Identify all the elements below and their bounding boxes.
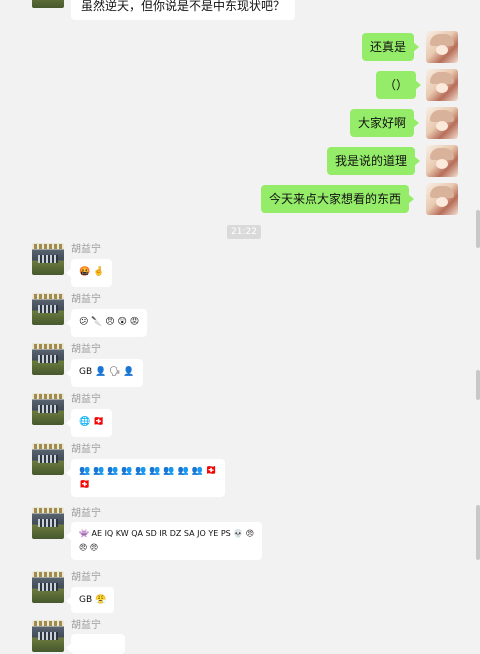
pixel-art-avatar-icon[interactable] (32, 343, 64, 375)
anime-girl-avatar-icon[interactable] (426, 31, 458, 63)
scrollbar-thumb[interactable] (476, 505, 480, 560)
sender-name: 胡益宁 (71, 294, 101, 305)
pixel-art-avatar-icon[interactable] (32, 507, 64, 539)
message-bubble-incoming: 👥 👥 👥 👥 👥 👥 👥 👥 👥 🇨🇭 🇨🇭 (66, 459, 225, 497)
scrollbar-thumb[interactable] (476, 210, 480, 248)
pixel-art-avatar-icon[interactable] (32, 620, 64, 652)
message-bubble-incoming: 😕 🔪 😠 😲 😡 (65, 309, 148, 337)
message-bubble-incoming: GB 😤 (65, 587, 115, 613)
pixel-art-avatar-icon[interactable] (32, 443, 64, 475)
anime-girl-avatar-icon[interactable] (426, 69, 458, 101)
sender-name: 胡益宁 (71, 508, 101, 519)
message-text: 👥 👥 👥 👥 👥 👥 👥 👥 👥 🇨🇭 (79, 466, 217, 476)
anime-girl-avatar-icon[interactable] (426, 107, 458, 139)
pixel-art-avatar-icon[interactable] (32, 243, 64, 275)
message-bubble-outgoing: 大家好啊 (350, 109, 420, 137)
message-text: 🌐 🇨🇭 (79, 417, 105, 427)
message-bubble-outgoing: 还真是 (362, 33, 420, 61)
message-text: 😕 🔪 😠 😲 😡 (79, 317, 140, 327)
message-bubble: 虽然逆天，但你说是不是中东现状吧？ (71, 0, 296, 20)
pixel-art-avatar-icon[interactable] (32, 293, 64, 325)
sender-name: 胡益宁 (71, 344, 101, 355)
message-bubble-outgoing: 今天来点大家想看的东西 (261, 185, 415, 213)
message-text: 😠 😠 (79, 543, 99, 552)
sender-name: 胡益宁 (71, 572, 101, 583)
sender-name: 胡益宁 (71, 444, 101, 455)
pixel-art-avatar-icon[interactable] (32, 571, 64, 603)
message-bubble-incoming (66, 634, 125, 654)
pixel-art-avatar-icon[interactable] (32, 393, 64, 425)
message-bubble-outgoing: （） (376, 71, 422, 99)
message-bubble-incoming: 🤬 🤞 (65, 259, 113, 287)
message-bubble-incoming: GB 👤 🗣 👤 (66, 359, 143, 387)
timestamp: 21:22 (227, 225, 261, 239)
message-bubble-incoming: 👾 AE IQ KW QA SD IR DZ SA JO YE PS 💀 😠 😠… (65, 522, 263, 560)
message-text: GB 👤 🗣 👤 (79, 367, 135, 377)
message-bubble-outgoing: 我是说的道理 (327, 147, 421, 175)
message-bubble-incoming: 🌐 🇨🇭 (65, 409, 113, 437)
sender-name: 胡益宁 (71, 394, 101, 405)
sender-name: 胡益宁 (71, 620, 101, 631)
message-text: 🤬 🤞 (79, 267, 105, 277)
scrollbar-thumb[interactable] (476, 370, 480, 400)
message-text: 🇨🇭 (79, 480, 91, 490)
anime-girl-avatar-icon[interactable] (426, 183, 458, 215)
message-text: 👾 AE IQ KW QA SD IR DZ SA JO YE PS 💀 😠 (79, 529, 255, 538)
message-text: GB 😤 (79, 595, 107, 605)
sender-name: 胡益宁 (71, 244, 101, 255)
anime-girl-avatar-icon[interactable] (426, 145, 458, 177)
avatar[interactable] (32, 0, 64, 8)
